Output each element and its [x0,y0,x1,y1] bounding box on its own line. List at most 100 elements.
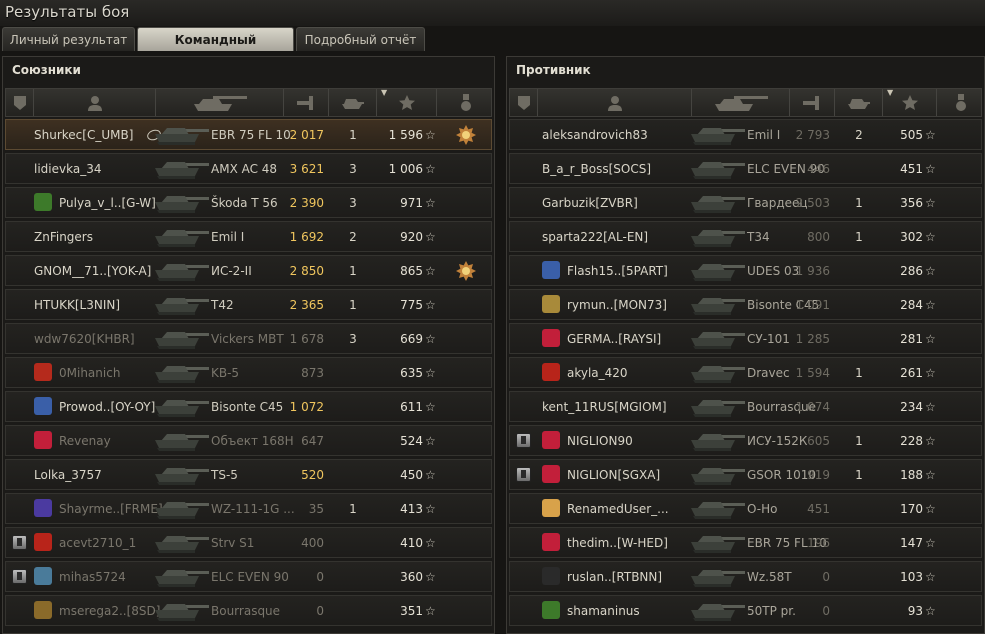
experience-star-icon: ☆ [425,128,436,142]
table-row[interactable]: lidievka_34 AMX AC 48 3 621 3 1 006 ☆ [5,153,492,184]
frags-column-icon-header[interactable] [835,89,883,116]
table-row[interactable]: Revenay Объект 168Н 647 524 ☆ [5,425,492,456]
clan-emblem-icon [542,567,560,585]
experience-value: 261 [900,366,923,380]
window-titlebar: Результаты боя [0,0,985,26]
player-name: Shurkec[C_UMB] [34,128,134,142]
tank-image-icon [687,564,747,590]
damage-value: 1 074 [795,400,830,414]
experience-value: 93 [907,604,923,618]
tab-team-result[interactable]: Командный результат [137,27,294,71]
table-row[interactable]: mserega2..[8SD] Bourrasque 0 351 ☆ [5,595,492,626]
experience-column-icon [398,94,415,111]
table-row[interactable]: acevt2710_1 Strv S1 400 410 ☆ [5,527,492,558]
table-row[interactable]: Lolka_3757 TS-5 520 450 ☆ [5,459,492,490]
tank-name: ИС-2-II [211,264,252,278]
table-row[interactable]: aleksandrovich83 Emil I 2 793 2 505 ☆ [509,119,982,150]
achievement-column-icon-header[interactable] [937,89,984,116]
table-row[interactable]: rymun..[MON73] Bisonte C45 1 091 284 ☆ [509,289,982,320]
frags-value: 1 [855,366,863,380]
player-name: ruslan..[RTBNN] [567,570,663,584]
tab-personal-result[interactable]: Личный результат [2,27,135,51]
table-row[interactable]: ruslan..[RTBNN] Wz.58T 0 103 ☆ [509,561,982,592]
table-row[interactable]: Flash15..[5PART] UDES 03 1 936 286 ☆ [509,255,982,286]
experience-star-icon: ☆ [425,536,436,550]
frags-value: 2 [349,230,357,244]
tank-image-icon [151,394,211,420]
table-row[interactable]: HTUKK[L3NIN] T42 2 365 1 775 ☆ [5,289,492,320]
frags-column-icon-header[interactable] [329,89,377,116]
tank-column-icon-header[interactable] [692,89,790,116]
tank-image-icon [687,156,747,182]
experience-star-icon: ☆ [925,570,936,584]
player-column-icon-header[interactable] [538,89,692,116]
tank-image-icon [687,258,747,284]
achievement-column-icon-header[interactable] [437,89,494,116]
platoon-badge-icon [12,569,27,584]
experience-value: 103 [900,570,923,584]
frags-value: 1 [855,196,863,210]
tab-detailed-report[interactable]: Подробный отчёт [296,27,425,51]
damage-column-icon-header[interactable] [284,89,329,116]
achievement-medal-icon [456,261,476,281]
table-row[interactable]: RenamedUser_... O-Ho 451 170 ☆ [509,493,982,524]
table-row[interactable]: akyla_420 Dravec 1 594 1 261 ☆ [509,357,982,388]
experience-star-icon: ☆ [925,230,936,244]
table-row[interactable]: Shurkec[C_UMB] EBR 75 FL 10 2 017 1 1 596 ☆ [5,119,492,150]
table-row[interactable]: thedim..[W-HED] EBR 75 FL 10 196 147 ☆ [509,527,982,558]
table-row[interactable]: 0Mihanich KB-5 873 635 ☆ [5,357,492,388]
tank-image-icon [151,564,211,590]
experience-value: 147 [900,536,923,550]
platoon-badge-icon [12,535,27,550]
damage-column-icon-header[interactable] [790,89,835,116]
tank-image-icon [151,258,211,284]
frags-value [329,426,377,457]
experience-column-icon-header[interactable]: ▼ [377,88,437,116]
experience-value: 228 [900,434,923,448]
player-column-icon [87,95,102,111]
table-row[interactable]: Pulya_v_l..[G-W] Škoda T 56 2 390 3 971 ☆ [5,187,492,218]
table-row[interactable]: kent_11RUS[MGIOM] Bourrasque 1 074 234 ☆ [509,391,982,422]
damage-value: 3 621 [289,162,324,176]
experience-value: 302 [900,230,923,244]
table-row[interactable]: NIGLION[SGXA] GSOR 1010 919 1 188 ☆ [509,459,982,490]
damage-column-icon [803,95,821,111]
table-row[interactable]: sparta222[AL-EN] T34 800 1 302 ☆ [509,221,982,252]
player-name: sparta222[AL-EN] [542,230,649,244]
tank-image-icon [151,530,211,556]
tank-image-icon [687,428,747,454]
table-row[interactable]: Garbuzik[ZVBR] Гвардеец 2 503 1 356 ☆ [509,187,982,218]
player-name: RenamedUser_... [567,502,669,516]
experience-star-icon: ☆ [425,230,436,244]
tank-column-icon-header[interactable] [156,89,284,116]
tank-column-icon [191,93,249,113]
experience-star-icon: ☆ [925,264,936,278]
platoon-column-icon-header[interactable] [510,89,538,116]
table-row[interactable]: GERMA..[RAYSI] СУ-101 1 285 281 ☆ [509,323,982,354]
experience-column-icon-header[interactable]: ▼ [883,88,937,116]
player-name: Revenay [59,434,111,448]
platoon-column-icon-header[interactable] [6,89,34,116]
player-name: Garbuzik[ZVBR] [542,196,638,210]
table-row[interactable]: GNOM__71..[YOK-A] ИС-2-II 2 850 1 865 ☆ [5,255,492,286]
experience-star-icon: ☆ [925,162,936,176]
experience-value: 413 [400,502,423,516]
table-row[interactable]: Shayrme..[FRME] WZ-111-1G ... 35 1 413 ☆ [5,493,492,524]
damage-value: 2 503 [795,196,830,210]
table-row[interactable]: ZnFingers Emil I 1 692 2 920 ☆ [5,221,492,252]
frags-value: 1 [349,128,357,142]
player-name: Pulya_v_l..[G-W] [59,196,156,210]
table-row[interactable]: mihas5724 ELC EVEN 90 0 360 ☆ [5,561,492,592]
enemies-panel: Противник ▼ aleksandrovich83 Emil I 2 793 2… [506,56,985,634]
damage-value: 446 [807,162,830,176]
experience-value: 170 [900,502,923,516]
table-row[interactable]: shamaninus 50TP pr. 0 93 ☆ [509,595,982,626]
player-column-icon-header[interactable] [34,89,156,116]
damage-value: 605 [807,434,830,448]
experience-value: 286 [900,264,923,278]
table-row[interactable]: NIGLION90 ИСУ-152К 605 1 228 ☆ [509,425,982,456]
table-row[interactable]: B_a_r_Boss[SOCS] ELC EVEN 90 446 451 ☆ [509,153,982,184]
table-row[interactable]: Prowod..[OY-OY] Bisonte C45 1 072 611 ☆ [5,391,492,422]
table-row[interactable]: wdw7620[KHBR] Vickers MBT 1 678 3 669 ☆ [5,323,492,354]
damage-value: 520 [301,468,324,482]
